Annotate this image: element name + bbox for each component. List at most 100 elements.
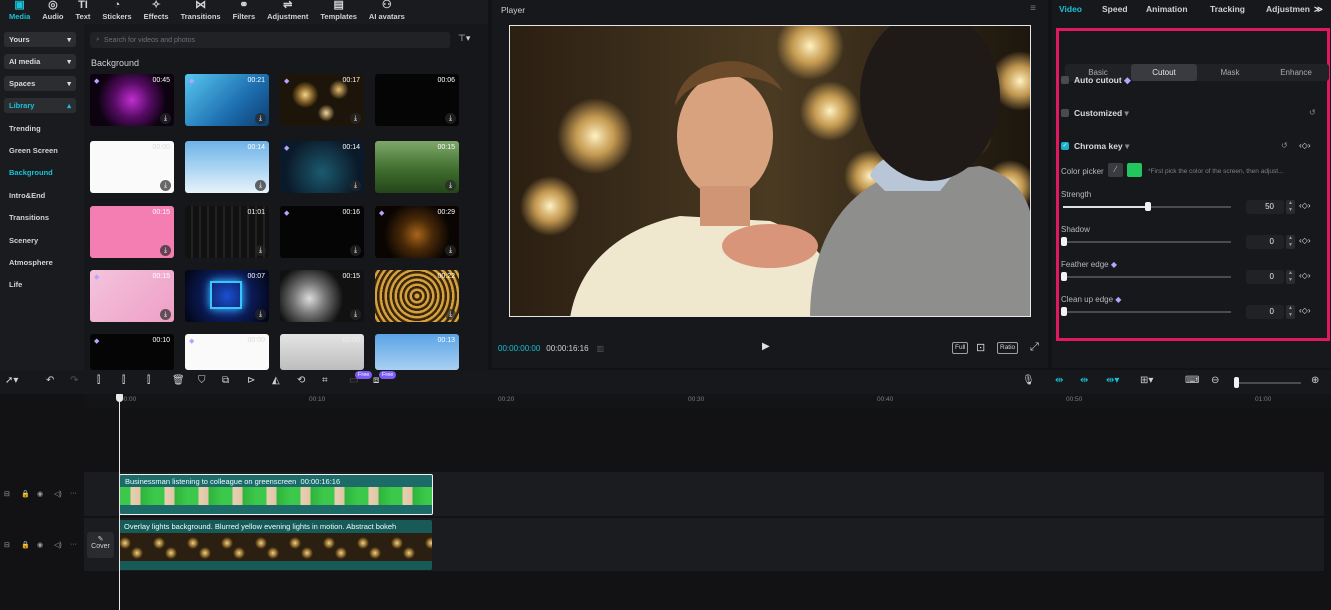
toolbar-effects[interactable]: ✧ Effects bbox=[138, 0, 175, 24]
category-intro-end[interactable]: Intro&End bbox=[0, 184, 84, 206]
preview-axis-icon[interactable]: ⊞▾ bbox=[1140, 375, 1153, 386]
toolbar-filters[interactable]: ⚭ Filters bbox=[227, 0, 262, 24]
tab-video[interactable]: Video bbox=[1059, 4, 1082, 14]
lock-icon[interactable]: 🔒 bbox=[21, 541, 30, 549]
download-icon[interactable]: ⤓ bbox=[255, 180, 266, 191]
download-icon[interactable]: ⤓ bbox=[160, 245, 171, 256]
download-icon[interactable]: ⤓ bbox=[160, 309, 171, 320]
download-icon[interactable]: ⤓ bbox=[160, 113, 171, 124]
slider-track[interactable] bbox=[1063, 241, 1231, 243]
subtab-mask[interactable]: Mask bbox=[1197, 64, 1263, 81]
tab-tracking[interactable]: Tracking bbox=[1210, 4, 1245, 14]
shield-icon[interactable]: ⛉ bbox=[198, 375, 206, 386]
slider-knob[interactable] bbox=[1145, 202, 1151, 211]
toolbar-adjustment[interactable]: ⇌ Adjustment bbox=[261, 0, 314, 24]
playhead[interactable] bbox=[119, 394, 120, 610]
stepper-icon[interactable]: ▲ ▼ bbox=[1286, 235, 1295, 249]
customized-checkbox[interactable] bbox=[1061, 109, 1069, 117]
category-transitions[interactable]: Transitions bbox=[0, 207, 84, 229]
download-icon[interactable]: ⤓ bbox=[255, 113, 266, 124]
zoom-slider[interactable] bbox=[1234, 382, 1301, 384]
cover-button[interactable]: ✎ Cover bbox=[87, 532, 114, 558]
toolbar-audio[interactable]: ◎ Audio bbox=[36, 0, 69, 24]
toolbar-ai-avatars[interactable]: ⚇ AI avatars bbox=[363, 0, 411, 24]
toolbar-transitions[interactable]: ⋈ Transitions bbox=[175, 0, 227, 24]
toolbar-templates[interactable]: ▤ Templates bbox=[314, 0, 363, 24]
category-scenery[interactable]: Scenery bbox=[0, 229, 84, 251]
media-thumbnail[interactable]: 00:14 ⤓ bbox=[185, 141, 269, 193]
download-icon[interactable]: ⤓ bbox=[445, 113, 456, 124]
keyframe-icon[interactable]: ‹◇› bbox=[1299, 236, 1310, 245]
download-icon[interactable]: ⤓ bbox=[255, 245, 266, 256]
media-thumbnail[interactable]: 00:15 ⤓ bbox=[280, 270, 364, 322]
full-button[interactable]: Full bbox=[952, 342, 969, 354]
reset-icon[interactable]: ↺ bbox=[1281, 141, 1288, 150]
stepper-icon[interactable]: ▲ ▼ bbox=[1286, 305, 1295, 319]
select-tool-icon[interactable]: ➚▾ bbox=[5, 375, 18, 386]
video-clip-greenscreen[interactable]: Businessman listening to colleague on gr… bbox=[119, 474, 433, 515]
dropdown-spaces[interactable]: Spaces ▾ bbox=[4, 76, 76, 91]
zoom-slider-knob[interactable] bbox=[1234, 377, 1239, 388]
slider-knob[interactable] bbox=[1061, 272, 1067, 281]
media-thumbnail[interactable]: 00:00 bbox=[280, 334, 364, 370]
screenshot-icon[interactable]: ⊡ bbox=[976, 341, 985, 354]
subtab-cutout[interactable]: Cutout bbox=[1131, 64, 1197, 81]
dropdown-yours[interactable]: Yours ▾ bbox=[4, 32, 76, 47]
speed-icon[interactable]: ⊳ bbox=[247, 375, 255, 386]
keyframe-icon[interactable]: ‹◇› bbox=[1299, 271, 1310, 280]
lock-icon[interactable]: 🔒 bbox=[21, 490, 30, 498]
crop-icon[interactable]: ⌗ bbox=[322, 375, 328, 386]
dropdown-ai-media[interactable]: AI media ▾ bbox=[4, 54, 76, 69]
slider-value-input[interactable]: 0 bbox=[1246, 270, 1284, 284]
expand-icon[interactable]: ≫ bbox=[1314, 4, 1323, 15]
delete-icon[interactable]: 🗑 bbox=[172, 375, 185, 386]
microphone-icon[interactable]: 🎙 bbox=[1022, 375, 1035, 386]
dropdown-library[interactable]: Library ▴ bbox=[4, 98, 76, 113]
media-thumbnail[interactable]: ◆ 00:00 bbox=[185, 334, 269, 370]
more-icon[interactable]: ··· bbox=[70, 490, 77, 497]
toolbar-text[interactable]: TI Text bbox=[70, 0, 97, 24]
download-icon[interactable]: ⤓ bbox=[255, 309, 266, 320]
toolbar-media[interactable]: ▣ Media bbox=[3, 0, 36, 24]
play-button[interactable]: ▶ bbox=[762, 341, 770, 352]
tab-speed[interactable]: Speed bbox=[1102, 4, 1128, 14]
download-icon[interactable]: ⤓ bbox=[445, 309, 456, 320]
slider-knob[interactable] bbox=[1061, 307, 1067, 316]
timeline-ruler[interactable] bbox=[84, 394, 1331, 408]
download-icon[interactable]: ⤓ bbox=[350, 245, 361, 256]
playhead-handle[interactable] bbox=[116, 394, 123, 402]
category-life[interactable]: Life bbox=[0, 274, 84, 296]
media-thumbnail[interactable]: ◆ 00:29 ⤓ bbox=[375, 206, 459, 258]
snap-icon[interactable]: ⇹▾ bbox=[1106, 375, 1119, 386]
stepper-icon[interactable]: ▲ ▼ bbox=[1286, 270, 1295, 284]
media-thumbnail[interactable]: ◆ 00:17 ⤓ bbox=[280, 74, 364, 126]
download-icon[interactable]: ⤓ bbox=[350, 113, 361, 124]
search-input[interactable]: ⌕ Search for videos and photos bbox=[90, 32, 450, 48]
slider-track[interactable] bbox=[1063, 311, 1231, 313]
split-left-icon[interactable]: ⫿ bbox=[122, 375, 125, 386]
media-thumbnail[interactable]: 00:06 ⤓ bbox=[375, 74, 459, 126]
magnet-icon[interactable]: ⇹ bbox=[1080, 375, 1088, 386]
fullscreen-icon[interactable]: ⤢ bbox=[1030, 341, 1039, 354]
auto-cutout-checkbox[interactable] bbox=[1061, 76, 1069, 84]
comment-icon[interactable]: ⌨ bbox=[1185, 375, 1199, 386]
media-thumbnail[interactable]: 00:22 ⤓ bbox=[375, 270, 459, 322]
eyedropper-icon[interactable]: ⁄ bbox=[1108, 163, 1123, 177]
media-thumbnail[interactable]: 00:07 ⤓ bbox=[185, 270, 269, 322]
menu-icon[interactable]: ≡ bbox=[1030, 3, 1036, 14]
slider-value-input[interactable]: 0 bbox=[1246, 235, 1284, 249]
media-thumbnail[interactable]: ◆ 00:15 ⤓ bbox=[90, 270, 174, 322]
slider-track[interactable] bbox=[1063, 276, 1231, 278]
media-thumbnail[interactable]: ◆ 00:16 ⤓ bbox=[280, 206, 364, 258]
keyframe-icon[interactable]: ‹◇› bbox=[1299, 306, 1310, 315]
video-clip-bokeh[interactable]: Overlay lights background. Blurred yello… bbox=[119, 520, 432, 570]
undo-icon[interactable]: ↶ bbox=[46, 375, 54, 386]
filter-icon[interactable]: ⊤▾ bbox=[458, 33, 470, 44]
toolbar-stickers[interactable]: ◔ Stickers bbox=[96, 0, 137, 24]
link-icon[interactable]: ⇹ bbox=[1055, 375, 1063, 386]
volume-icon[interactable]: ◁) bbox=[54, 541, 62, 549]
keyframe-icon[interactable]: ‹◇› bbox=[1299, 141, 1310, 150]
rotate-icon[interactable]: ⟲ bbox=[297, 375, 305, 386]
reset-icon[interactable]: ↺ bbox=[1309, 108, 1316, 117]
download-icon[interactable]: ⤓ bbox=[160, 180, 171, 191]
